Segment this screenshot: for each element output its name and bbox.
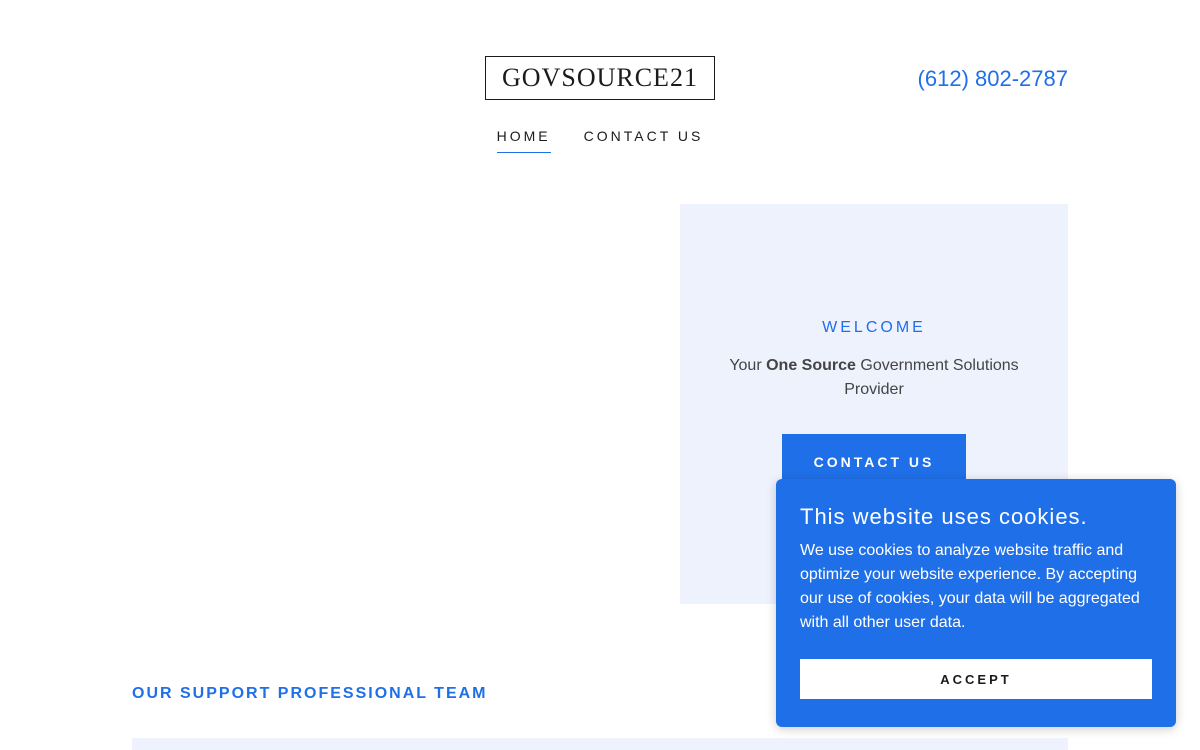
phone-link[interactable]: (612) 802-2787	[918, 66, 1068, 92]
cookie-banner-text: We use cookies to analyze website traffi…	[800, 542, 1140, 631]
cookie-banner: This website uses cookies. We use cookie…	[776, 479, 1176, 727]
tagline-bold: One Source	[766, 357, 856, 374]
tagline-suffix: Government Solutions Provider	[844, 357, 1019, 398]
cookie-accept-button[interactable]: ACCEPT	[800, 659, 1152, 699]
section-title: OUR SUPPORT PROFESSIONAL TEAM	[132, 685, 488, 702]
section-content-strip	[132, 738, 1068, 750]
hero-tagline: Your One Source Government Solutions Pro…	[724, 354, 1024, 402]
site-logo[interactable]: GOVSOURCE21	[485, 56, 715, 100]
nav-item-home[interactable]: HOME	[496, 128, 551, 153]
nav-item-contact-us[interactable]: CONTACT US	[584, 128, 704, 153]
tagline-prefix: Your	[729, 357, 767, 374]
cookie-banner-title: This website uses cookies.	[800, 504, 1088, 529]
main-nav: HOME CONTACT US	[0, 128, 1200, 153]
hero-welcome-heading: WELCOME	[822, 319, 926, 336]
